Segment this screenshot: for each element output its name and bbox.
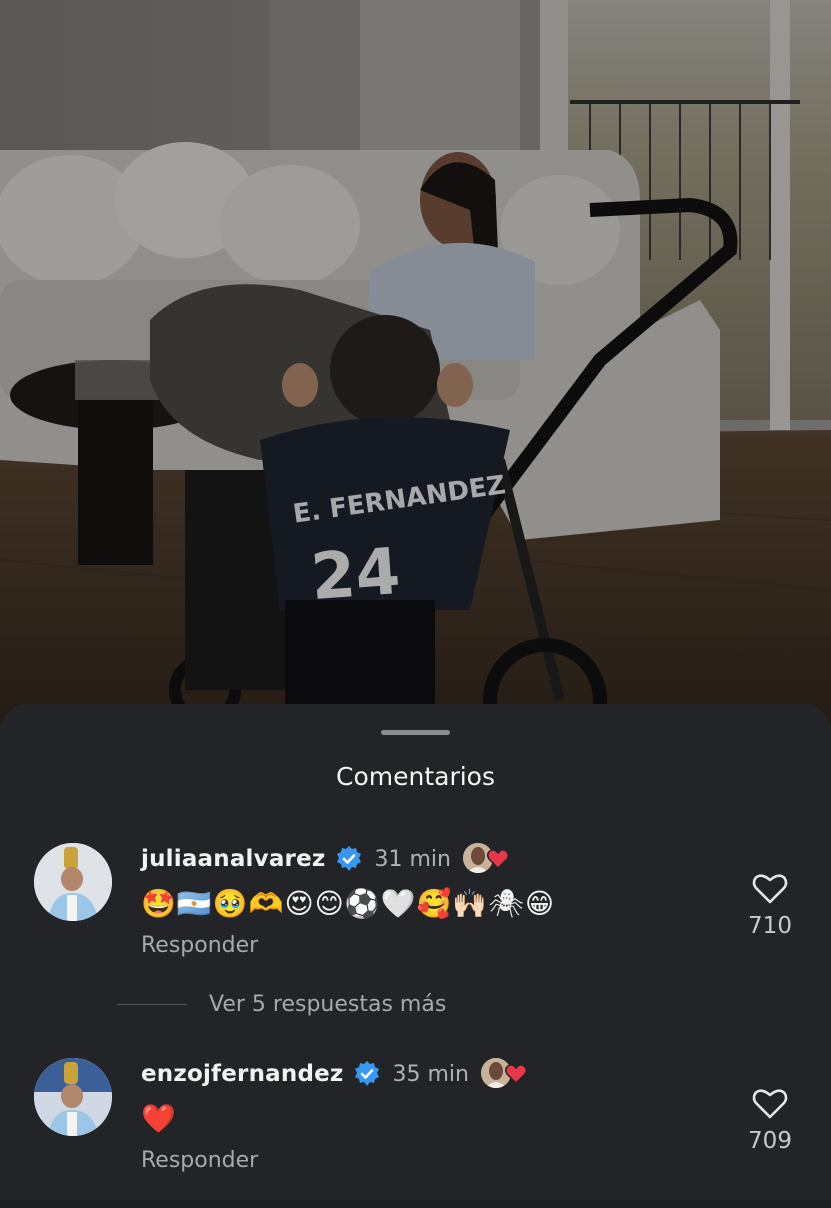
- like-heart-icon[interactable]: [735, 1088, 805, 1120]
- sheet-title: Comentarios: [336, 762, 495, 791]
- comment-time: 31 min: [374, 846, 451, 872]
- view-more-replies-label[interactable]: Ver 5 respuestas más: [209, 992, 446, 1017]
- like-count: 710: [748, 913, 792, 939]
- view-more-replies[interactable]: Ver 5 respuestas más: [117, 988, 446, 1020]
- comment-text: 🤩🇦🇷🥹🫶😍😊⚽🤍🥰🙌🏻🕷😁: [141, 887, 556, 920]
- comment-header: juliaanalvarez 31 min: [141, 843, 515, 875]
- comment-time: 35 min: [392, 1061, 469, 1087]
- comments-sheet: Comentarios juliaanalvarez 31 min 🤩🇦🇷🥹🫶😍…: [0, 704, 831, 1200]
- living-room-scene: E. FERNANDEZ 24: [0, 0, 831, 760]
- avatar[interactable]: [34, 843, 112, 921]
- avatar[interactable]: [34, 1058, 112, 1136]
- drag-handle[interactable]: [381, 730, 450, 735]
- divider-line: [117, 1003, 187, 1005]
- like-column: 710: [735, 873, 805, 939]
- comment-item: enzojfernandez 35 min ❤️ Responder 709: [0, 1058, 831, 1208]
- post-photo: E. FERNANDEZ 24: [0, 0, 831, 760]
- avatar-image: [34, 1058, 112, 1136]
- reply-button[interactable]: Responder: [141, 1148, 258, 1173]
- comment-text: ❤️: [141, 1102, 177, 1135]
- comment-username[interactable]: enzojfernandez: [141, 1061, 344, 1087]
- author-liked-indicator: [481, 1058, 533, 1090]
- author-liked-indicator: [462, 843, 515, 875]
- comment-username[interactable]: juliaanalvarez: [141, 846, 326, 872]
- like-heart-icon[interactable]: [735, 873, 805, 905]
- heart-icon: [504, 1064, 528, 1088]
- avatar-image: [34, 843, 112, 921]
- comment-header: enzojfernandez 35 min: [141, 1058, 533, 1090]
- comment-item: juliaanalvarez 31 min 🤩🇦🇷🥹🫶😍😊⚽🤍🥰🙌🏻🕷😁 Res…: [0, 843, 831, 993]
- verified-badge-icon: [353, 1060, 381, 1088]
- like-column: 709: [735, 1088, 805, 1154]
- heart-icon: [486, 849, 509, 873]
- reply-button[interactable]: Responder: [141, 933, 258, 958]
- like-count: 709: [748, 1128, 792, 1154]
- verified-badge-icon: [335, 845, 363, 873]
